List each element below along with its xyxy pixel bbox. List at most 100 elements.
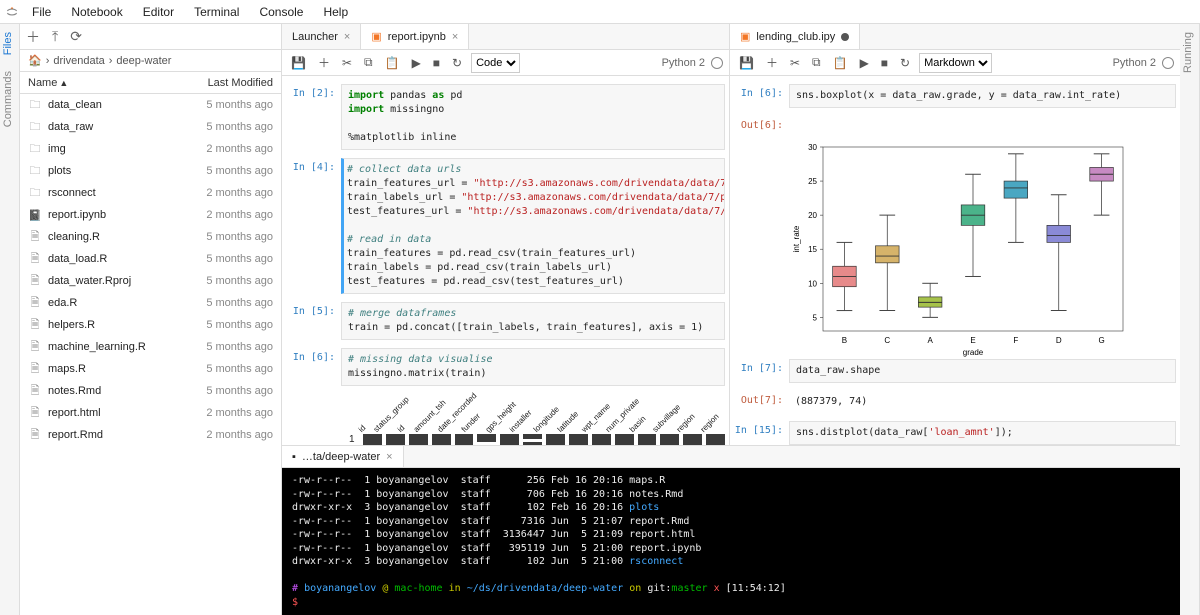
svg-text:10: 10 (808, 279, 817, 288)
file-name: rsconnect (48, 187, 96, 199)
cell-prompt: Out[6]: (734, 116, 789, 131)
copy-icon[interactable]: ⧉ (809, 53, 824, 72)
file-row[interactable]: report.html2 months ago (20, 402, 281, 424)
close-icon[interactable]: × (386, 451, 392, 463)
home-icon[interactable]: 🏠 (28, 54, 42, 67)
terminal-body[interactable]: -rw-r--r-- 1 boyanangelov staff 256 Feb … (282, 468, 1180, 615)
output-cell[interactable]: Out[7]:(887379, 74) (734, 391, 1176, 413)
file-row[interactable]: data_clean5 months ago (20, 94, 281, 116)
code-cell[interactable]: In [7]:data_raw.shape (734, 359, 1176, 383)
file-name: machine_learning.R (48, 341, 146, 353)
cut-icon[interactable]: ✂ (339, 54, 355, 72)
menu-file[interactable]: File (24, 3, 59, 21)
file-row[interactable]: eda.R5 months ago (20, 292, 281, 314)
add-cell-icon[interactable]: ＋ (763, 52, 781, 73)
close-icon[interactable]: × (344, 31, 350, 43)
file-name: notes.Rmd (48, 385, 101, 397)
file-row[interactable]: machine_learning.R5 months ago (20, 336, 281, 358)
header-modified[interactable]: Last Modified (208, 77, 273, 89)
menu-editor[interactable]: Editor (135, 3, 182, 21)
menu-console[interactable]: Console (251, 3, 311, 21)
tab-launcher[interactable]: Launcher × (282, 24, 361, 49)
header-name[interactable]: Name (28, 77, 57, 89)
file-icon (28, 294, 42, 313)
cell-body[interactable]: # missing data visualise missingno.matri… (341, 348, 725, 386)
file-row[interactable]: data_load.R5 months ago (20, 248, 281, 270)
terminal-pane: ▪ …ta/deep-water × -rw-r--r-- 1 boyanang… (282, 446, 1180, 615)
tabbar: Launcher × ▣ report.ipynb × (282, 24, 729, 50)
save-icon[interactable]: 💾 (288, 54, 309, 72)
file-row[interactable]: helpers.R5 months ago (20, 314, 281, 336)
file-row[interactable]: rsconnect2 months ago (20, 182, 281, 204)
notebook-icon: ▣ (371, 30, 381, 43)
file-row[interactable]: plots5 months ago (20, 160, 281, 182)
add-cell-icon[interactable]: ＋ (315, 52, 333, 73)
upload-icon[interactable]: ⤒ (52, 28, 58, 45)
new-folder-icon[interactable]: ＋ (26, 27, 40, 47)
file-browser: ＋ ⤒ ⟳ 🏠 › drivendata › deep-water Name▲ … (20, 24, 282, 615)
restart-icon[interactable]: ↻ (897, 54, 913, 72)
cell-type-select[interactable]: Markdown (919, 53, 992, 73)
tab-lending-club[interactable]: ▣ lending_club.ipy (730, 24, 860, 49)
menu-help[interactable]: Help (315, 3, 356, 21)
menu-notebook[interactable]: Notebook (63, 3, 130, 21)
code-cell[interactable]: In [4]:# collect data urls train_feature… (286, 158, 725, 294)
save-icon[interactable]: 💾 (736, 54, 757, 72)
breadcrumb-item[interactable]: drivendata (53, 55, 104, 67)
cell-body[interactable]: import pandas as pd import missingno %ma… (341, 84, 725, 150)
cell-body[interactable]: data_raw.shape (789, 359, 1176, 383)
close-icon[interactable]: × (452, 31, 458, 43)
code-cell[interactable]: In [6]:sns.boxplot(x = data_raw.grade, y… (734, 84, 1176, 108)
copy-icon[interactable]: ⧉ (361, 53, 376, 72)
notebook-body[interactable]: In [2]:import pandas as pd import missin… (282, 76, 729, 445)
cut-icon[interactable]: ✂ (787, 54, 803, 72)
missingno-output: idstatus_groupidamount_tshdate_recordedf… (341, 394, 725, 445)
run-icon[interactable]: ▶ (409, 54, 424, 72)
svg-text:B: B (842, 336, 847, 345)
terminal-tab[interactable]: ▪ …ta/deep-water × (282, 446, 404, 467)
svg-text:int_rate: int_rate (792, 225, 801, 252)
boxplot-chart: 51015202530BCAEFDGgradeint_rate (789, 139, 1129, 359)
tab-report-ipynb[interactable]: ▣ report.ipynb × (361, 24, 469, 49)
sidetab-running[interactable]: Running (1180, 24, 1199, 81)
paste-icon[interactable]: 📋 (382, 54, 403, 72)
code-cell[interactable]: In [15]:sns.distplot(data_raw['loan_amnt… (734, 421, 1176, 445)
notebook-body[interactable]: In [6]:sns.boxplot(x = data_raw.grade, y… (730, 76, 1180, 445)
cell-body (789, 116, 1176, 131)
file-row[interactable]: report.Rmd2 months ago (20, 424, 281, 446)
file-list: data_clean5 months agodata_raw5 months a… (20, 94, 281, 615)
stop-icon[interactable]: ■ (878, 54, 891, 72)
cell-body[interactable]: sns.distplot(data_raw['loan_amnt']); (789, 421, 1176, 445)
file-row[interactable]: cleaning.R5 months ago (20, 226, 281, 248)
cell-prompt: In [6]: (286, 348, 341, 386)
restart-icon[interactable]: ↻ (449, 54, 465, 72)
menu-terminal[interactable]: Terminal (186, 3, 247, 21)
svg-text:grade: grade (963, 348, 984, 357)
code-cell[interactable]: In [5]:# merge dataframes train = pd.con… (286, 302, 725, 340)
paste-icon[interactable]: 📋 (830, 54, 851, 72)
sidetab-files[interactable]: Files (0, 24, 19, 63)
file-modified: 5 months ago (206, 385, 273, 397)
breadcrumb-item[interactable]: deep-water (116, 55, 171, 67)
code-cell[interactable]: In [6]:# missing data visualise missingn… (286, 348, 725, 386)
refresh-icon[interactable]: ⟳ (70, 28, 82, 45)
file-row[interactable]: img2 months ago (20, 138, 281, 160)
file-row[interactable]: notes.Rmd 5 months ago (20, 380, 281, 402)
stop-icon[interactable]: ■ (430, 54, 443, 72)
cell-body[interactable]: # collect data urls train_features_url =… (341, 158, 725, 294)
kernel-name[interactable]: Python 2 (662, 57, 705, 69)
code-cell[interactable]: In [2]:import pandas as pd import missin… (286, 84, 725, 150)
cell-type-select[interactable]: Code (471, 53, 520, 73)
cell-body[interactable]: # merge dataframes train = pd.concat([tr… (341, 302, 725, 340)
file-row[interactable]: report.ipynb2 months ago (20, 204, 281, 226)
cell-body[interactable]: sns.boxplot(x = data_raw.grade, y = data… (789, 84, 1176, 108)
output-cell[interactable]: Out[6]: (734, 116, 1176, 131)
breadcrumb[interactable]: 🏠 › drivendata › deep-water (20, 50, 281, 72)
sidetab-commands[interactable]: Commands (0, 63, 19, 135)
file-row[interactable]: maps.R5 months ago (20, 358, 281, 380)
boxplot-output: 51015202530BCAEFDGgradeint_rate (789, 139, 1129, 359)
kernel-name[interactable]: Python 2 (1113, 57, 1156, 69)
file-row[interactable]: data_raw5 months ago (20, 116, 281, 138)
run-icon[interactable]: ▶ (857, 54, 872, 72)
file-row[interactable]: data_water.Rproj5 months ago (20, 270, 281, 292)
